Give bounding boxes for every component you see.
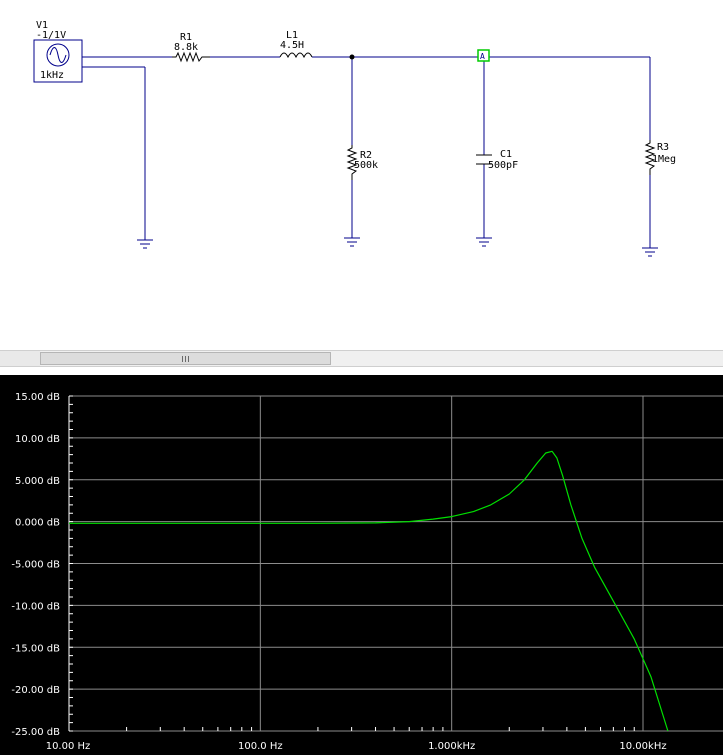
probe-label: A <box>480 52 485 61</box>
junction-dot <box>349 54 355 60</box>
probe-a[interactable]: A <box>477 49 490 62</box>
bode-plot[interactable]: 15.00 dB 10.00 dB 5.000 dB 0.000 dB -5.000 d… <box>0 375 723 755</box>
y-tick-label: -5.000 dB <box>11 560 60 571</box>
x-tick-label: 100.0 Hz <box>238 741 283 752</box>
ground-icon-1 <box>137 239 153 249</box>
source-freq: 1kHz <box>40 70 64 81</box>
scroll-track[interactable] <box>0 351 40 366</box>
resistor-r2[interactable]: R2 500k <box>346 145 378 180</box>
y-tick-label: 5.000 dB <box>15 476 60 487</box>
y-tick-label: -15.00 dB <box>11 643 60 654</box>
y-tick-label: -20.00 dB <box>11 685 60 696</box>
c1-value: 500pF <box>488 160 518 171</box>
horizontal-scrollbar[interactable] <box>0 350 723 367</box>
x-tick-label: 1.000kHz <box>428 741 475 752</box>
grip-icon <box>185 355 186 362</box>
y-tick-label: 15.00 dB <box>15 392 60 403</box>
l1-value: 4.5H <box>280 40 304 51</box>
schematic-svg: V1 -1/1V 1kHz R1 8.8k L1 4.5H R2 500k C1… <box>33 20 676 257</box>
resistor-r1[interactable]: R1 8.8k <box>172 32 210 63</box>
source-value: -1/1V <box>36 30 66 41</box>
r3-name: R3 <box>657 142 669 153</box>
scroll-thumb[interactable] <box>40 352 331 365</box>
y-tick-label: -10.00 dB <box>11 601 60 612</box>
grip-icon <box>182 355 183 362</box>
schematic-canvas[interactable]: V1 -1/1V 1kHz R1 8.8k L1 4.5H R2 500k C1… <box>0 0 723 350</box>
y-tick-label: 0.000 dB <box>15 518 60 529</box>
resistor-r3[interactable]: R3 1Meg <box>644 140 676 175</box>
voltage-source-v1[interactable]: V1 -1/1V 1kHz <box>33 20 83 83</box>
grip-icon <box>188 355 189 362</box>
r1-value: 8.8k <box>174 42 198 53</box>
capacitor-c1[interactable]: C1 500pF <box>476 149 518 171</box>
resistor-r1-icon <box>172 51 210 63</box>
ground-icon-2 <box>344 237 360 247</box>
c1-name: C1 <box>500 149 512 160</box>
r3-value: 1Meg <box>652 154 676 165</box>
y-tick-label: 10.00 dB <box>15 434 60 445</box>
plot-svg: 15.00 dB 10.00 dB 5.000 dB 0.000 dB -5.000 d… <box>11 392 723 752</box>
y-tick-label: -25.00 dB <box>11 727 60 738</box>
inductor-l1-icon <box>279 52 313 59</box>
ground-icon-3 <box>476 237 492 247</box>
r2-value: 500k <box>354 160 378 171</box>
x-tick-label: 10.00kHz <box>619 741 666 752</box>
x-tick-label: 10.00 Hz <box>46 741 91 752</box>
inductor-l1[interactable]: L1 4.5H <box>279 30 313 59</box>
panel-divider <box>0 367 723 375</box>
ground-icon-4 <box>642 247 658 257</box>
